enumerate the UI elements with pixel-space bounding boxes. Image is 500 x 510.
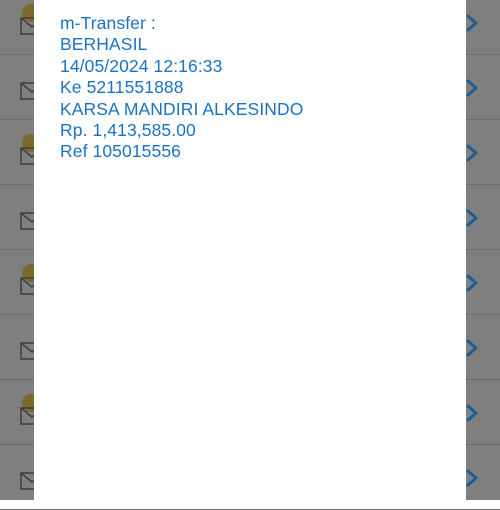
chevron-right-icon[interactable]	[464, 209, 480, 227]
message-destination-account: Ke 5211551888	[60, 77, 184, 98]
message-recipient-name: KARSA MANDIRI ALKESINDO	[60, 98, 304, 119]
message-datetime: 14/05/2024 12:16:33	[60, 55, 223, 76]
chevron-right-icon[interactable]	[464, 14, 480, 32]
chevron-right-icon[interactable]	[464, 339, 480, 357]
message-title: m-Transfer :	[60, 13, 156, 33]
chevron-right-icon[interactable]	[464, 469, 480, 487]
chevron-right-icon[interactable]	[464, 404, 480, 422]
chevron-right-icon[interactable]	[464, 144, 480, 162]
chevron-right-icon[interactable]	[464, 79, 480, 97]
message-amount: Rp. 1,413,585.00	[60, 120, 196, 141]
message-status: BERHASIL	[60, 34, 148, 55]
message-reference: Ref 105015556	[60, 141, 181, 162]
message-body: m-Transfer : BERHASIL 14/05/2024 12:16:3…	[60, 13, 460, 163]
chevron-right-icon[interactable]	[464, 274, 480, 292]
message-dialog: m-Transfer : BERHASIL 14/05/2024 12:16:3…	[34, 0, 466, 500]
